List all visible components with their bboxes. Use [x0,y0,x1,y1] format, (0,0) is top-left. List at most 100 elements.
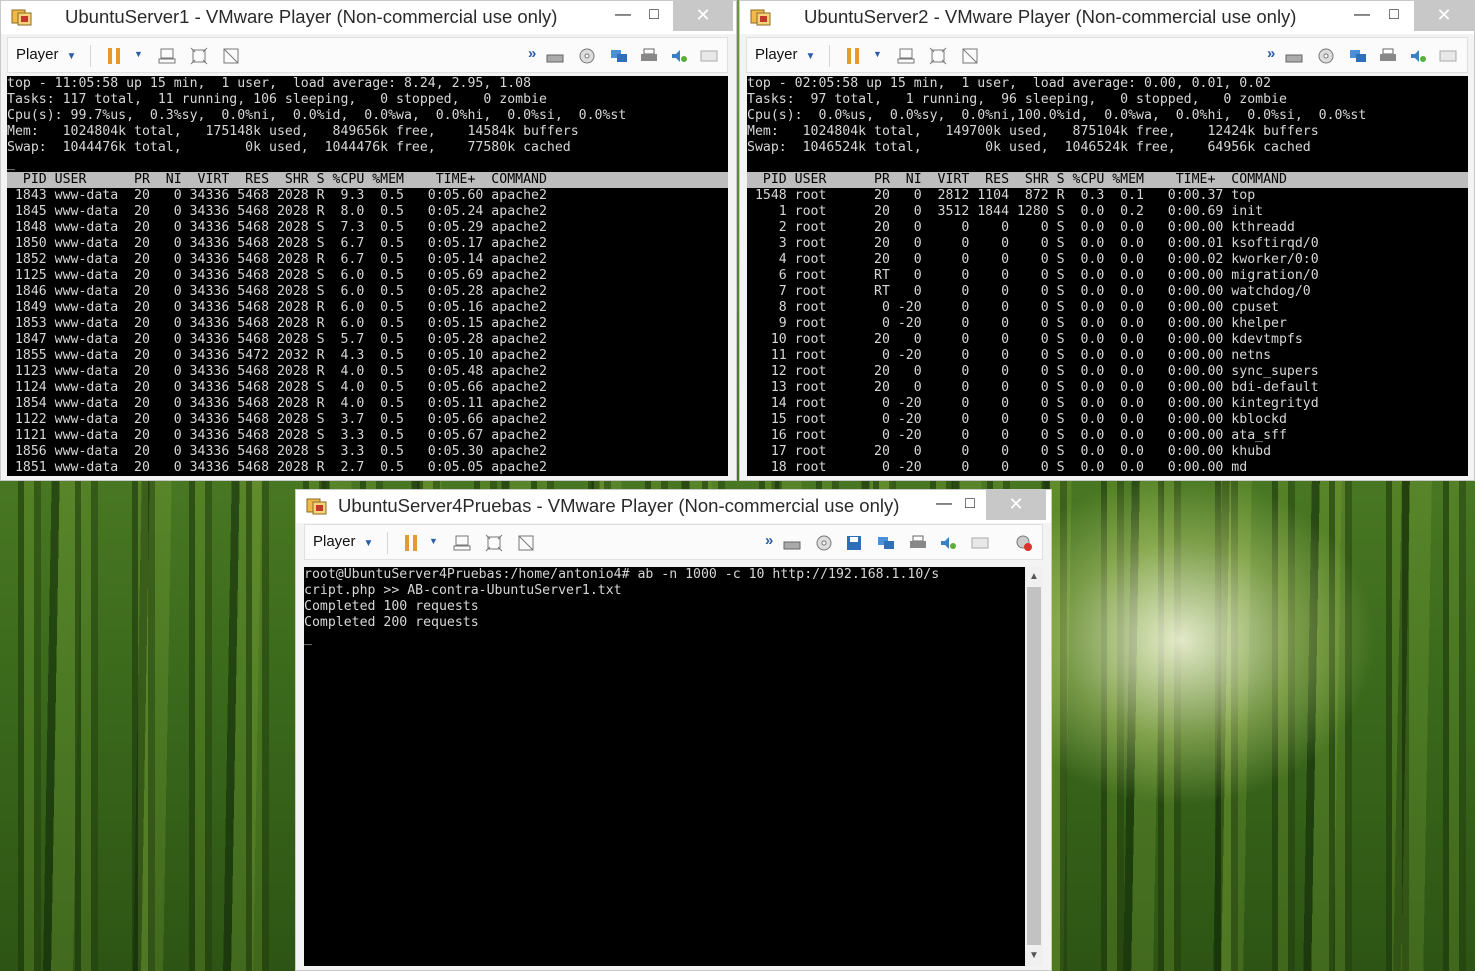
process-row: 15 root 0 -20 0 0 0 S 0.0 0.0 0:00.00 kb… [747,412,1287,427]
more-devices-chevron-icon[interactable]: » [1267,45,1275,62]
vm-window-ubuntuserver4pruebas[interactable]: UbuntuServer4Pruebas - VMware Player (No… [295,489,1052,971]
vertical-scrollbar[interactable]: ▲ ▼ [1025,567,1043,966]
process-row: 1121 www-data 20 0 34336 5468 2028 S 3.3… [7,428,547,443]
sound-card-icon[interactable] [1409,47,1427,65]
process-row: 1856 www-data 20 0 34336 5468 2028 S 3.3… [7,444,547,459]
scroll-down-icon[interactable]: ▼ [1025,948,1043,964]
hard-disk-icon[interactable] [1285,47,1303,65]
printer-icon[interactable] [640,47,658,65]
process-row: 1845 www-data 20 0 34336 5468 2028 R 8.0… [7,204,547,219]
terminal-line: Completed 200 requests [304,615,479,630]
player-menu-button[interactable]: Player ▼ [313,533,373,550]
network-adapter-icon[interactable] [877,534,895,552]
cd-dvd-icon[interactable] [815,534,833,552]
vm-console-screen[interactable]: root@UbuntuServer4Pruebas:/home/antonio4… [304,567,1025,966]
vm-console-screen[interactable]: top - 11:05:58 up 15 min, 1 user, load a… [7,76,728,476]
chevron-down-icon[interactable]: ▼ [134,49,143,59]
scroll-up-icon[interactable]: ▲ [1025,569,1043,585]
close-icon: ✕ [1008,494,1024,514]
pause-button[interactable] [405,535,419,551]
chevron-down-icon: ▼ [363,538,374,549]
hard-disk-icon[interactable] [783,534,801,552]
summary-line: Mem: 1024804k total, 149700k used, 87510… [747,124,1319,139]
process-row: 1854 www-data 20 0 34336 5468 2028 R 4.0… [7,396,547,411]
cd-dvd-icon[interactable] [1317,47,1335,65]
summary-line: Swap: 1046524k total, 0k used, 1046524k … [747,140,1311,155]
process-row: 1855 www-data 20 0 34336 5472 2032 R 4.3… [7,348,547,363]
printer-icon[interactable] [1379,47,1397,65]
cd-dvd-icon[interactable] [578,47,596,65]
summary-line: Cpu(s): 0.0%us, 0.0%sy, 0.0%ni,100.0%id,… [747,108,1367,123]
process-row: 1 root 20 0 3512 1844 1280 S 0.0 0.2 0:0… [747,204,1264,219]
process-row: 1847 www-data 20 0 34336 5468 2028 S 5.7… [7,332,547,347]
close-button[interactable]: ✕ [1414,1,1474,31]
send-ctrl-alt-del-icon[interactable] [453,534,471,552]
hard-disk-icon[interactable] [546,47,564,65]
process-row: 1850 www-data 20 0 34336 5468 2028 S 6.7… [7,236,547,251]
chevron-down-icon[interactable]: ▼ [429,536,438,546]
player-menu-label: Player [16,46,59,63]
toolbar-separator [387,532,388,554]
close-button[interactable]: ✕ [673,1,733,31]
sound-card-icon[interactable] [670,47,688,65]
summary-line: top - 11:05:58 up 15 min, 1 user, load a… [7,76,532,91]
send-ctrl-alt-del-icon[interactable] [158,47,176,65]
unity-icon[interactable] [961,47,979,65]
message-log-icon[interactable] [971,534,989,552]
process-row: 1125 www-data 20 0 34336 5468 2028 S 6.0… [7,268,547,283]
sound-card-icon[interactable] [939,534,957,552]
process-row: 1853 www-data 20 0 34336 5468 2028 R 6.0… [7,316,547,331]
printer-icon[interactable] [909,534,927,552]
process-row: 1852 www-data 20 0 34336 5468 2028 R 6.7… [7,252,547,267]
fit-guest-icon[interactable] [485,534,503,552]
top-summary: top - 02:05:58 up 15 min, 1 user, load a… [747,76,1468,172]
close-button[interactable]: ✕ [986,490,1046,520]
more-devices-chevron-icon[interactable]: » [765,532,773,549]
pause-button[interactable] [847,48,861,64]
process-row: 3 root 20 0 0 0 0 S 0.0 0.0 0:00.01 ksof… [747,236,1319,251]
vm-window-ubuntuserver2[interactable]: UbuntuServer2 - VMware Player (Non-comme… [739,0,1475,481]
summary-line: Cpu(s): 99.7%us, 0.3%sy, 0.0%ni, 0.0%id,… [7,108,627,123]
window-title: UbuntuServer1 - VMware Player (Non-comme… [65,6,558,27]
process-row: 14 root 0 -20 0 0 0 S 0.0 0.0 0:00.00 ki… [747,396,1319,411]
player-menu-button[interactable]: Player ▼ [755,46,815,63]
process-row: 1548 root 20 0 2812 1104 872 R 0.3 0.1 0… [747,188,1256,203]
maximize-button[interactable]: □ [1372,1,1416,31]
process-row: 1124 www-data 20 0 34336 5468 2028 S 4.0… [7,380,547,395]
unity-icon[interactable] [517,534,535,552]
process-row: 2 root 20 0 0 0 0 S 0.0 0.0 0:00.00 kthr… [747,220,1295,235]
fit-guest-icon[interactable] [929,47,947,65]
summary-line: Swap: 1044476k total, 0k used, 1044476k … [7,140,571,155]
network-adapter-icon[interactable] [1349,47,1367,65]
floppy-icon[interactable] [845,534,863,552]
player-menu-button[interactable]: Player ▼ [16,46,76,63]
send-ctrl-alt-del-icon[interactable] [897,47,915,65]
process-row: 13 root 20 0 0 0 0 S 0.0 0.0 0:00.00 bdi… [747,380,1319,395]
chevron-down-icon[interactable]: ▼ [873,49,882,59]
title-bar[interactable]: UbuntuServer4Pruebas - VMware Player (No… [296,490,1051,523]
toolbar-separator [90,45,91,67]
title-bar[interactable]: UbuntuServer1 - VMware Player (Non-comme… [1,1,736,34]
process-row: 1849 www-data 20 0 34336 5468 2028 R 6.0… [7,300,547,315]
usb-disconnect-icon[interactable] [1015,534,1033,552]
maximize-button[interactable]: □ [632,1,676,31]
process-row: 17 root 20 0 0 0 0 S 0.0 0.0 0:00.00 khu… [747,444,1272,459]
vm-console-screen[interactable]: top - 02:05:58 up 15 min, 1 user, load a… [747,76,1468,476]
terminal-line: root@UbuntuServer4Pruebas:/home/antonio4… [304,567,940,582]
unity-icon[interactable] [222,47,240,65]
fit-guest-icon[interactable] [190,47,208,65]
title-bar[interactable]: UbuntuServer2 - VMware Player (Non-comme… [740,1,1474,34]
network-adapter-icon[interactable] [610,47,628,65]
minimize-icon: — [1354,6,1370,23]
vm-window-ubuntuserver1[interactable]: UbuntuServer1 - VMware Player (Non-comme… [0,0,737,481]
message-log-icon[interactable] [1439,47,1457,65]
maximize-icon: □ [1389,6,1399,23]
process-row: 11 root 0 -20 0 0 0 S 0.0 0.0 0:00.00 ne… [747,348,1272,363]
summary-line [747,156,1468,172]
more-devices-chevron-icon[interactable]: » [528,45,536,62]
scrollbar-thumb[interactable] [1027,587,1041,945]
message-log-icon[interactable] [700,47,718,65]
chevron-down-icon: ▼ [805,51,816,62]
pause-button[interactable] [108,48,122,64]
process-row: 16 root 0 -20 0 0 0 S 0.0 0.0 0:00.00 at… [747,428,1287,443]
